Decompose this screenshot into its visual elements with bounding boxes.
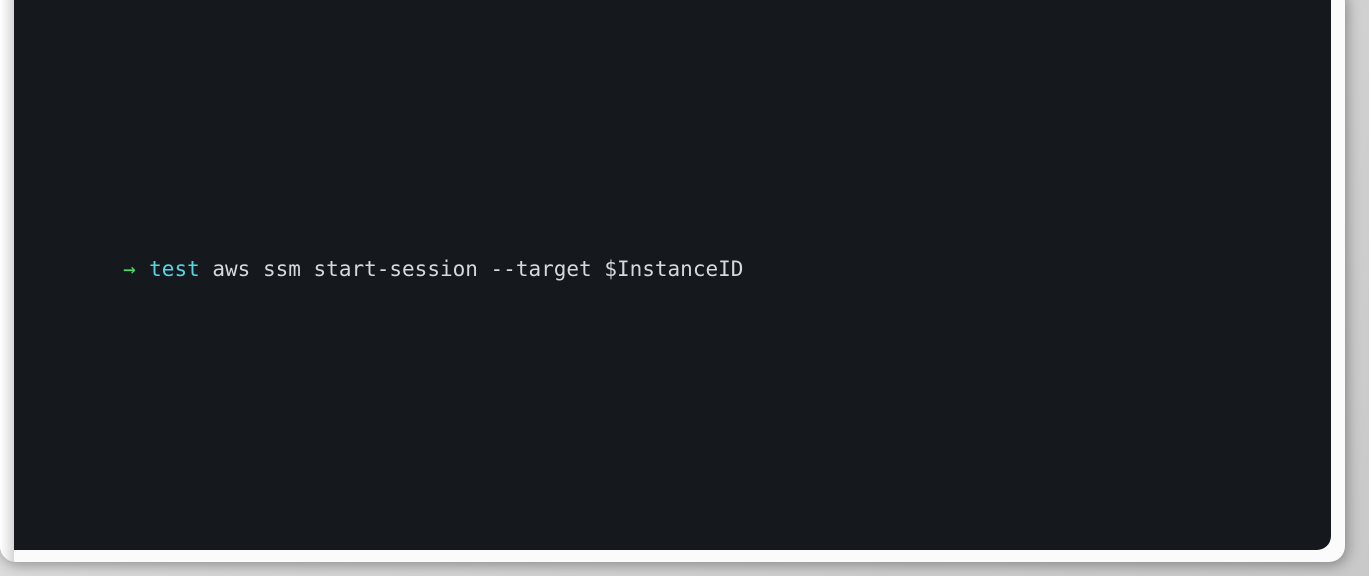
terminal-window: → test aws ssm start-session --target $In… [0, 0, 1345, 562]
prompt-line: → test aws ssm start-session --target $In… [14, 196, 1331, 281]
prompt-arrow-icon: → [123, 257, 136, 281]
command-aws-ssm-start-session: aws ssm start-session --target $Instance… [212, 257, 744, 281]
terminal-scrollback: → test aws ssm start-session --target $In… [14, 0, 1331, 550]
terminal-surface[interactable]: → test aws ssm start-session --target $In… [14, 0, 1331, 550]
window-left-edge-shade [0, 0, 14, 562]
prompt-command-text [200, 257, 213, 281]
prompt-context-label: test [149, 257, 200, 281]
